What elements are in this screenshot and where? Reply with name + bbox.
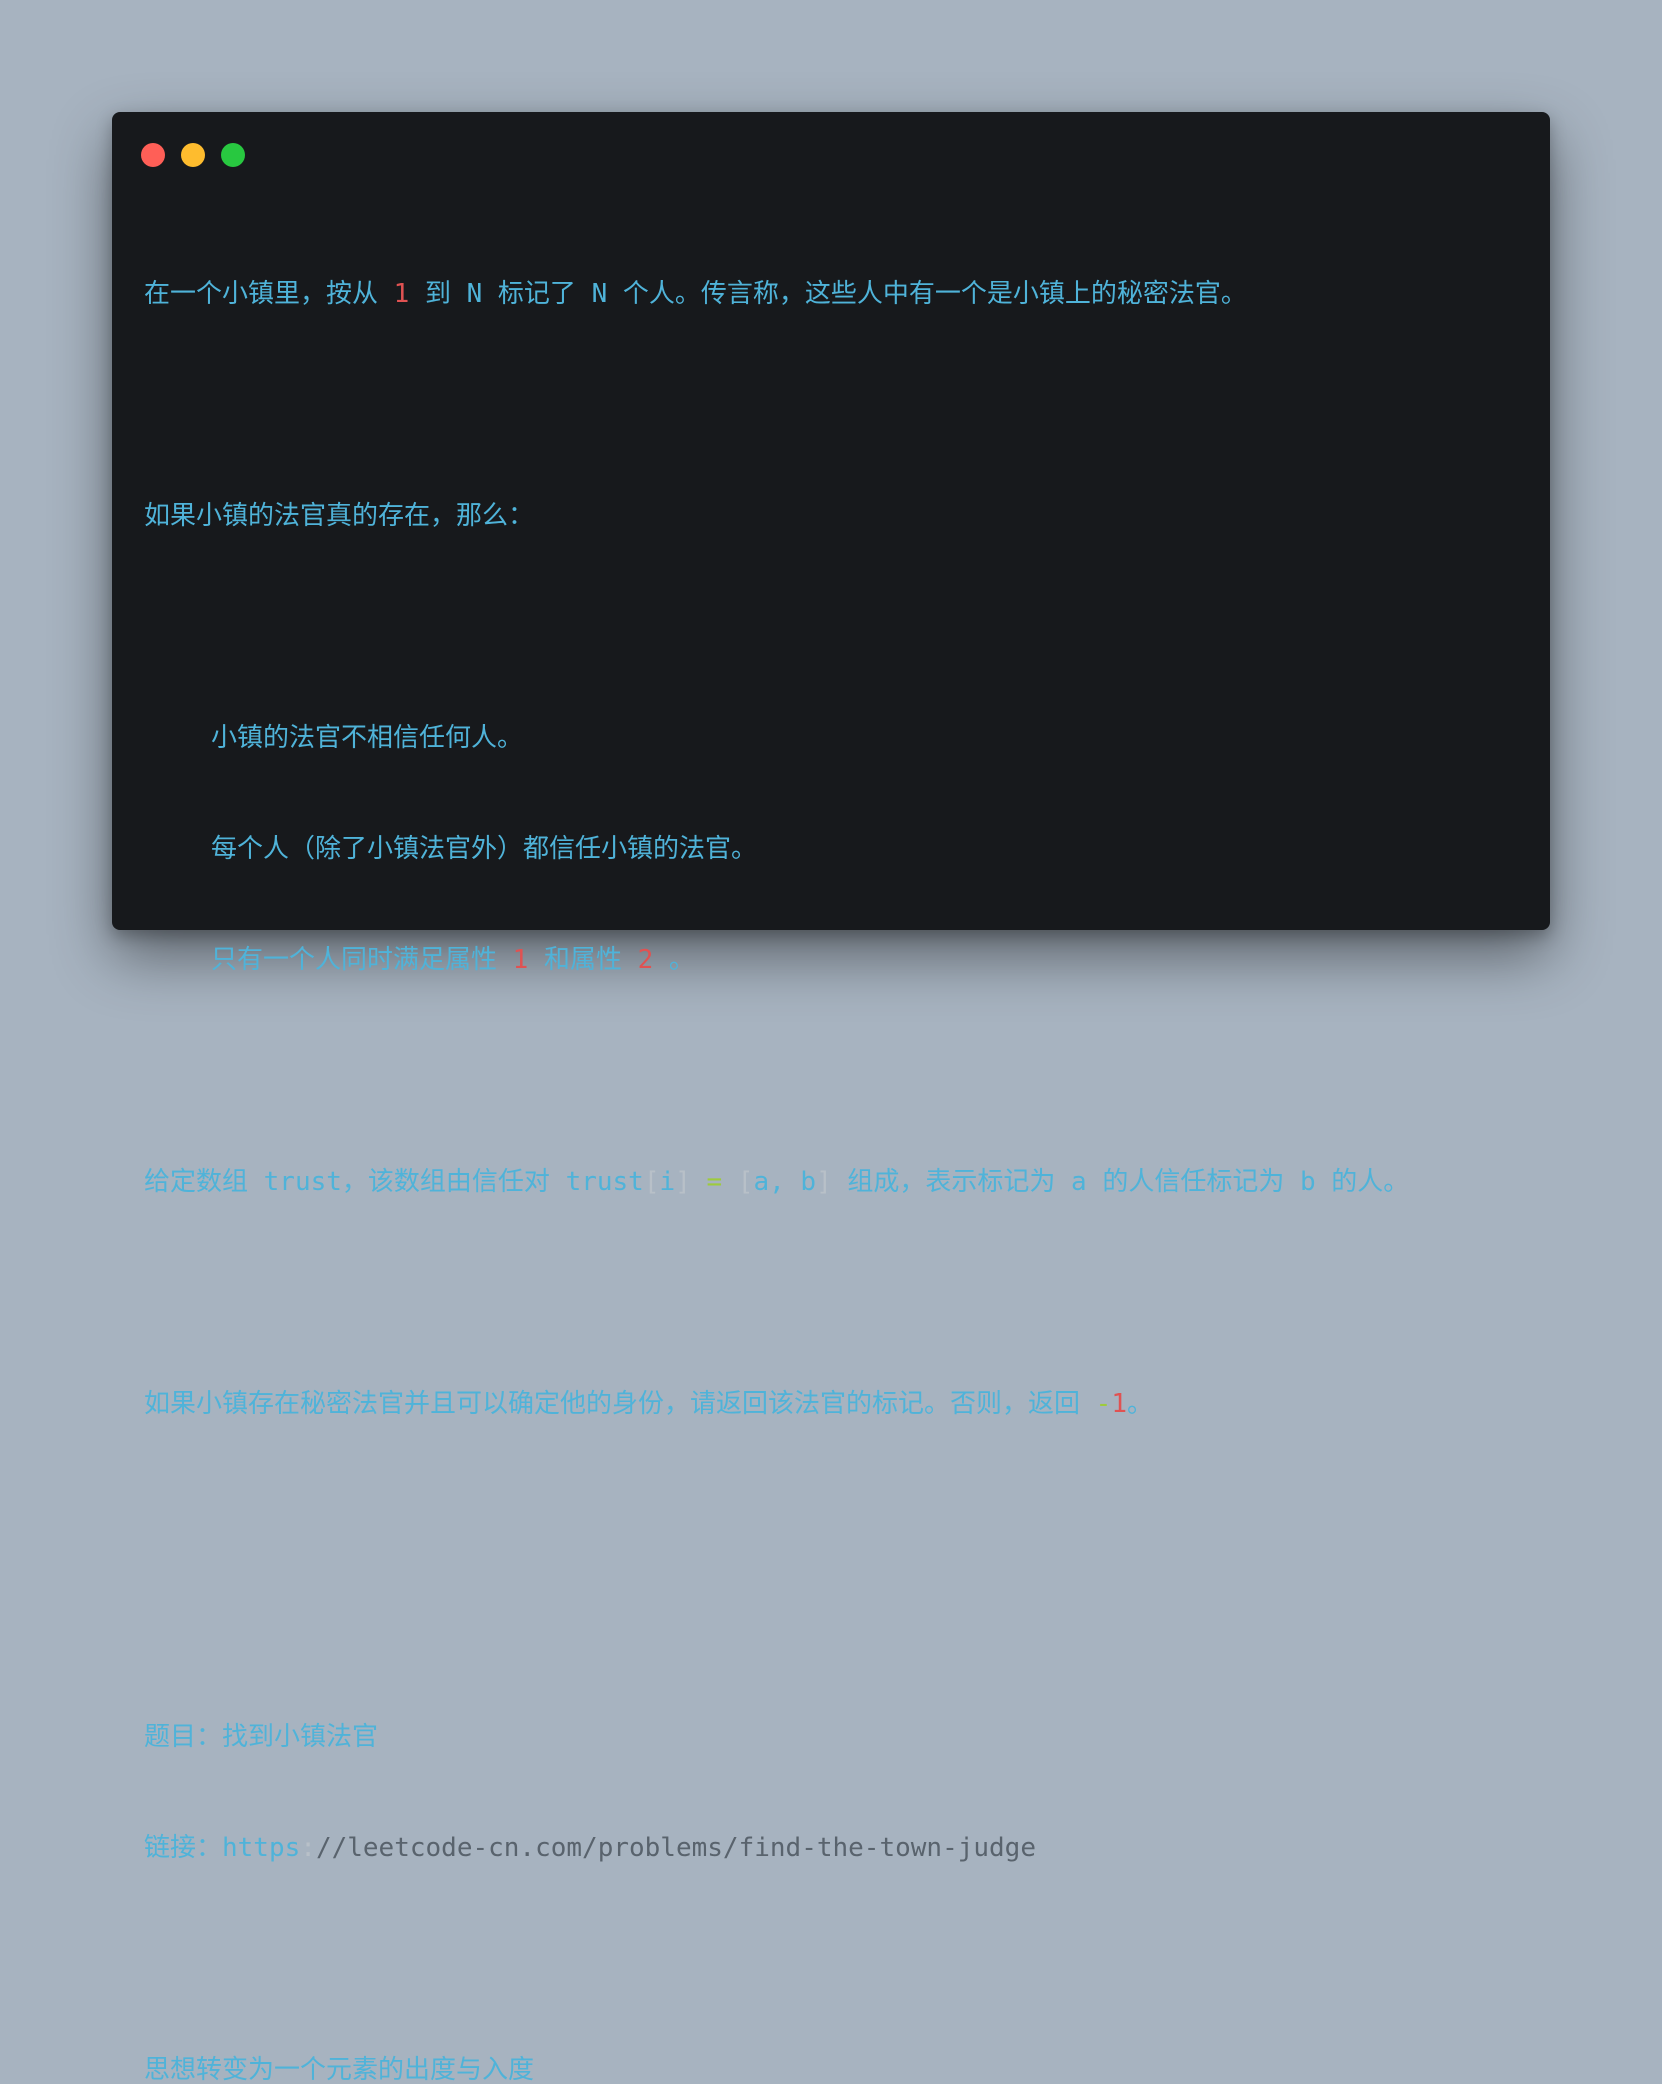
text-span: 如果小镇存在秘密法官并且可以确定他的身份，请返回该法官的标记。否则，返回 (144, 1389, 1096, 1419)
code-line-3: 小镇的法官不相信任何人。 (211, 723, 524, 753)
text-span: 组成，表示标记为 a 的人信任标记为 b 的人。 (831, 1167, 1410, 1197)
minimize-button[interactable] (181, 143, 205, 167)
operator: - (1095, 1389, 1112, 1419)
text-span: a, b (753, 1167, 817, 1197)
text-span: 到 N 标记了 N 个人。传言称，这些人中有一个是小镇上的秘密法官。 (409, 279, 1247, 309)
number-literal: 2 (637, 945, 654, 975)
code-line-7: 如果小镇存在秘密法官并且可以确定他的身份，请返回该法官的标记。否则，返回 -1。 (144, 1386, 1530, 1423)
colon: : (300, 1833, 316, 1863)
bracket: ] (675, 1167, 691, 1197)
text-span: 和属性 (528, 945, 638, 975)
text-span: i (659, 1167, 676, 1197)
code-window: 在一个小镇里，按从 1 到 N 标记了 N 个人。传言称，这些人中有一个是小镇上… (112, 112, 1550, 2084)
code-line-9: 链接：https://leetcode-cn.com/problems/find… (144, 1830, 1530, 1867)
close-button[interactable] (141, 143, 165, 167)
number-literal: 1 (393, 279, 410, 309)
bracket: [ (737, 1167, 754, 1197)
link-path: //leetcode-cn.com/problems/find-the-town… (315, 1833, 1036, 1863)
window-controls (141, 143, 245, 167)
text-span: 在一个小镇里，按从 (144, 279, 394, 309)
text-span: 给定数组 trust，该数组由信任对 trust (144, 1167, 644, 1197)
maximize-button[interactable] (221, 143, 245, 167)
bracket: [ (643, 1167, 660, 1197)
text-span: 。 (1126, 1389, 1153, 1419)
text-span: 链接：https (144, 1833, 301, 1863)
code-line-2: 如果小镇的法官真的存在，那么： (144, 501, 535, 531)
code-content: 在一个小镇里，按从 1 到 N 标记了 N 个人。传言称，这些人中有一个是小镇上… (144, 202, 1530, 2084)
code-line-8: 题目：找到小镇法官 (144, 1722, 379, 1752)
code-line-5: 只有一个人同时满足属性 1 和属性 2 。 (144, 942, 1530, 979)
operator: = (690, 1167, 738, 1197)
code-line-4: 每个人（除了小镇法官外）都信任小镇的法官。 (211, 834, 758, 864)
code-line-6: 给定数组 trust，该数组由信任对 trust[i] = [a, b] 组成，… (144, 1164, 1530, 1201)
text-span: 只有一个人同时满足属性 (211, 945, 513, 975)
code-line-10: 思想转变为一个元素的出度与入度 (144, 2055, 535, 2084)
text-span: 。 (653, 945, 695, 975)
bracket: ] (816, 1167, 832, 1197)
code-line-1: 在一个小镇里，按从 1 到 N 标记了 N 个人。传言称，这些人中有一个是小镇上… (144, 276, 1530, 313)
number-literal: 1 (512, 945, 529, 975)
number-literal: 1 (1111, 1389, 1127, 1419)
